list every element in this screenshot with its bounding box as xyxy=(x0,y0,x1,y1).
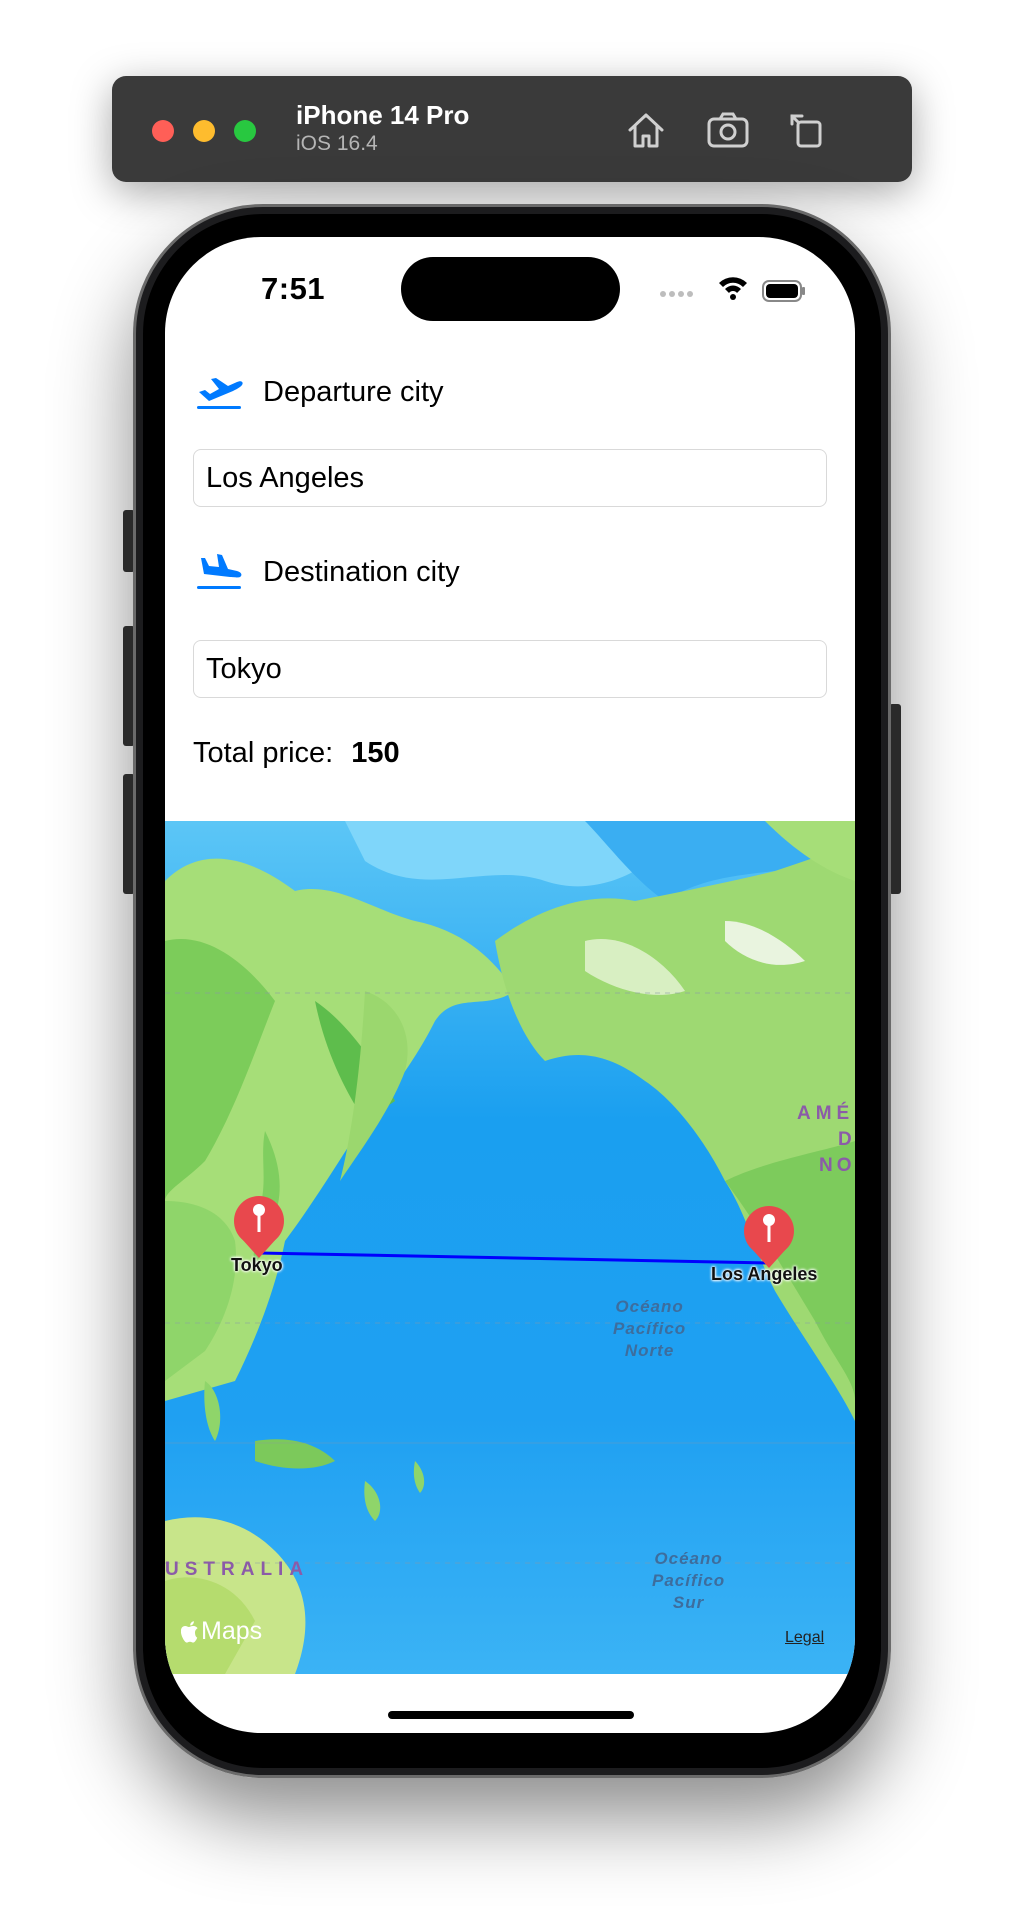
los-angeles-pin-label: Los Angeles xyxy=(711,1264,818,1284)
legal-link[interactable]: Legal xyxy=(785,1629,824,1647)
maps-attribution-text: Maps xyxy=(201,1617,263,1645)
north-pacific-label: Océano Pacífico Norte xyxy=(613,1297,687,1360)
screenshot-icon[interactable] xyxy=(704,106,752,154)
dynamic-island xyxy=(401,257,620,321)
america-region-label-2: D xyxy=(838,1129,855,1150)
price-label: Total price: xyxy=(193,737,334,769)
destination-label-row: Destination city xyxy=(195,547,460,597)
simulator-toolbar: iPhone 14 Pro iOS 16.4 xyxy=(112,76,912,182)
los-angeles-map-pin[interactable] xyxy=(742,1204,796,1270)
price-row: Total price: 150 xyxy=(193,737,400,770)
os-version: iOS 16.4 xyxy=(296,132,378,155)
departure-city-field[interactable] xyxy=(193,449,827,507)
rotate-icon[interactable] xyxy=(784,106,832,154)
phone-screen: 7:51 Departure city Los Angeles Destinat… xyxy=(165,237,855,1733)
airplane-departure-icon xyxy=(197,378,243,409)
close-window-button[interactable] xyxy=(152,120,174,142)
airplane-arrival-icon xyxy=(197,554,242,589)
minimize-window-button[interactable] xyxy=(193,120,215,142)
home-indicator[interactable] xyxy=(388,1711,634,1719)
wifi-icon xyxy=(719,277,747,300)
price-value: 150 xyxy=(351,737,400,769)
tokyo-map-pin[interactable] xyxy=(232,1194,286,1260)
south-pacific-label: Océano Pacífico Sur xyxy=(652,1549,726,1612)
home-icon[interactable] xyxy=(622,106,670,154)
signal-icon xyxy=(660,291,693,297)
apple-logo-icon xyxy=(181,1620,198,1643)
status-time: 7:51 xyxy=(261,271,326,306)
apple-maps-attribution: Maps xyxy=(181,1617,262,1646)
zoom-window-button[interactable] xyxy=(234,120,256,142)
battery-icon xyxy=(762,280,805,302)
device-name: iPhone 14 Pro xyxy=(296,100,470,130)
status-icons xyxy=(659,275,809,303)
destination-city-field[interactable] xyxy=(193,640,827,698)
america-region-label-3: NO xyxy=(819,1155,855,1176)
australia-region-label: USTRALIA xyxy=(165,1559,310,1580)
departure-label-row: Departure city xyxy=(195,367,444,417)
departure-label: Departure city xyxy=(263,375,444,408)
destination-label: Destination city xyxy=(263,555,460,588)
tokyo-pin-label: Tokyo xyxy=(231,1255,283,1275)
america-region-label-1: AMÉ xyxy=(797,1103,855,1124)
map-view[interactable]: Tokyo Los Angeles Océano Pacífico Norte … xyxy=(165,821,855,1674)
